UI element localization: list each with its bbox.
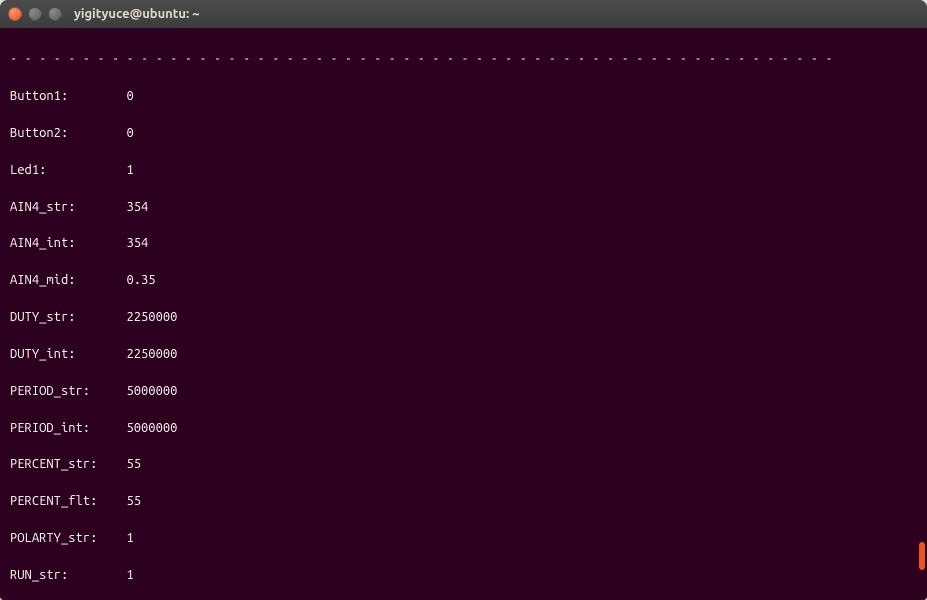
row-value: 0 bbox=[126, 126, 133, 140]
row-value: 0 bbox=[126, 89, 133, 103]
row-value: 5000000 bbox=[126, 421, 177, 435]
row-label: Button2: bbox=[10, 124, 112, 142]
separator-line: - - - - - - - - - - - - - - - - - - - - … bbox=[10, 50, 917, 68]
output-row: PERIOD_int: 5000000 bbox=[10, 419, 917, 437]
scrollbar-thumb[interactable] bbox=[919, 542, 925, 570]
row-label: AIN4_str: bbox=[10, 198, 112, 216]
output-row: Led1: 1 bbox=[10, 161, 917, 179]
row-value: 0.35 bbox=[126, 273, 155, 287]
row-value: 1 bbox=[126, 163, 133, 177]
output-row: DUTY_str: 2250000 bbox=[10, 308, 917, 326]
row-value: 55 bbox=[126, 494, 141, 508]
row-value: 55 bbox=[126, 457, 141, 471]
row-label: DUTY_int: bbox=[10, 345, 112, 363]
row-label: AIN4_int: bbox=[10, 234, 112, 252]
row-label: PERIOD_str: bbox=[10, 382, 112, 400]
titlebar[interactable]: yigityuce@ubuntu: ~ bbox=[0, 0, 927, 28]
row-label: PERIOD_int: bbox=[10, 419, 112, 437]
row-value: 2250000 bbox=[126, 310, 177, 324]
output-row: AIN4_mid: 0.35 bbox=[10, 271, 917, 289]
maximize-icon[interactable] bbox=[48, 7, 62, 21]
output-row: PERCENT_flt: 55 bbox=[10, 492, 917, 510]
row-value: 2250000 bbox=[126, 347, 177, 361]
row-label: AIN4_mid: bbox=[10, 271, 112, 289]
row-value: 354 bbox=[126, 200, 148, 214]
terminal-window: yigityuce@ubuntu: ~ - - - - - - - - - - … bbox=[0, 0, 927, 600]
output-row: PERCENT_str: 55 bbox=[10, 455, 917, 473]
terminal-output[interactable]: - - - - - - - - - - - - - - - - - - - - … bbox=[0, 28, 927, 600]
row-value: 5000000 bbox=[126, 384, 177, 398]
output-row: AIN4_int: 354 bbox=[10, 234, 917, 252]
row-label: Button1: bbox=[10, 87, 112, 105]
row-label: RUN_str: bbox=[10, 566, 112, 584]
row-label: Led1: bbox=[10, 161, 112, 179]
minimize-icon[interactable] bbox=[28, 7, 42, 21]
window-title: yigityuce@ubuntu: ~ bbox=[74, 7, 200, 21]
close-icon[interactable] bbox=[8, 7, 22, 21]
output-row: Button2: 0 bbox=[10, 124, 917, 142]
row-label: PERCENT_flt: bbox=[10, 492, 112, 510]
output-row: PERIOD_str: 5000000 bbox=[10, 382, 917, 400]
output-row: Button1: 0 bbox=[10, 87, 917, 105]
row-value: 1 bbox=[126, 568, 133, 582]
row-value: 1 bbox=[126, 531, 133, 545]
row-label: PERCENT_str: bbox=[10, 455, 112, 473]
output-row: DUTY_int: 2250000 bbox=[10, 345, 917, 363]
output-row: POLARTY_str: 1 bbox=[10, 529, 917, 547]
output-row: RUN_str: 1 bbox=[10, 566, 917, 584]
row-label: POLARTY_str: bbox=[10, 529, 112, 547]
row-label: DUTY_str: bbox=[10, 308, 112, 326]
window-controls bbox=[8, 7, 62, 21]
output-row: AIN4_str: 354 bbox=[10, 198, 917, 216]
row-value: 354 bbox=[126, 236, 148, 250]
